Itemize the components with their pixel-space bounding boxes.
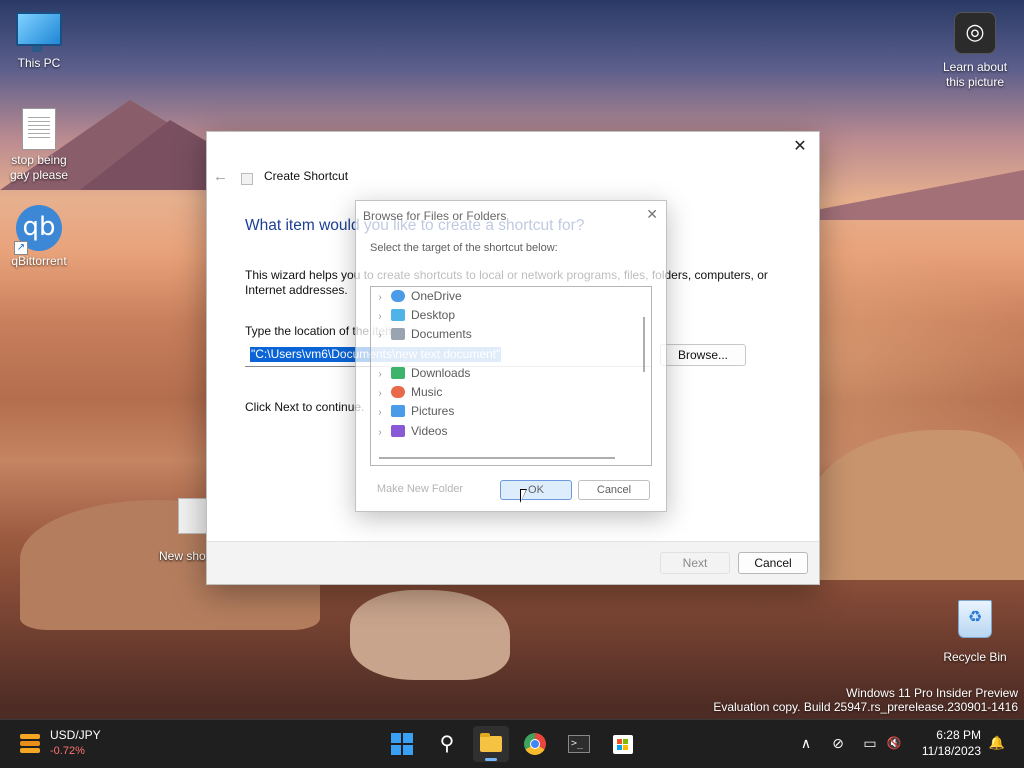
file-explorer-icon[interactable]	[473, 726, 509, 762]
tree-item-label: Videos	[411, 424, 448, 438]
cloud-icon	[391, 290, 405, 302]
window-title: Create Shortcut	[264, 169, 349, 183]
videos-icon	[391, 425, 405, 437]
new-shortcut-icon[interactable]	[178, 498, 208, 534]
watermark-line: Windows 11 Pro Insider Preview	[846, 686, 1018, 700]
folder-tree[interactable]: › OneDrive › Desktop › Documents › Downloads…	[370, 286, 652, 466]
desktop-icon-text-file[interactable]: stop being gay please	[1, 108, 77, 183]
chevron-up-icon[interactable]: ∧	[794, 730, 818, 756]
desktop-icon-label: Learn about this picture	[942, 60, 1008, 89]
desktop-icon-recycle-bin[interactable]: ♻ Recycle Bin	[936, 600, 1014, 665]
dialog-title: Browse for Files or Folders	[363, 209, 507, 223]
continue-text: Click Next to continue.	[245, 400, 365, 414]
vertical-scrollbar[interactable]	[643, 317, 645, 372]
cancel-button[interactable]: Cancel	[578, 480, 650, 500]
desktop-folder-icon	[391, 309, 405, 321]
monitor-icon	[16, 12, 62, 52]
make-new-folder-button[interactable]: Make New Folder	[370, 480, 470, 500]
chrome-icon[interactable]	[517, 726, 553, 762]
evaluation-watermark: Windows 11 Pro Insider Preview Evaluatio…	[713, 686, 1018, 714]
music-icon	[391, 386, 405, 398]
mouse-cursor-icon	[520, 489, 527, 503]
wallpaper-rock	[350, 590, 510, 680]
start-button[interactable]	[384, 726, 420, 762]
browse-button[interactable]: Browse...	[660, 344, 746, 366]
wallpaper-rock	[804, 430, 1024, 580]
chevron-right-icon[interactable]: ›	[373, 288, 387, 307]
tree-item-label: Documents	[411, 327, 472, 341]
shortcut-arrow-icon: ↗	[14, 241, 28, 255]
chevron-right-icon[interactable]: ›	[373, 403, 387, 422]
tree-item-onedrive[interactable]: › OneDrive	[371, 287, 462, 307]
tree-item-label: Downloads	[411, 366, 471, 380]
tree-item-pictures[interactable]: › Pictures	[371, 402, 454, 421]
desktop-icon-label: Recycle Bin	[943, 650, 1007, 664]
taskbar-clock[interactable]: 6:28 PM 11/18/2023	[922, 727, 981, 759]
network-icon[interactable]: ⊘	[826, 730, 850, 756]
back-arrow-icon[interactable]: ←	[213, 168, 228, 185]
documents-folder-icon	[391, 328, 405, 340]
display-icon[interactable]: ▭	[858, 730, 882, 756]
chevron-right-icon[interactable]: ›	[373, 326, 387, 345]
close-icon[interactable]: ✕	[646, 206, 658, 223]
text-document-icon	[22, 108, 56, 150]
camera-info-icon: ◎	[954, 12, 996, 54]
terminal-icon[interactable]: >_	[561, 726, 597, 762]
qbittorrent-icon: qb ↗	[14, 205, 62, 255]
close-icon[interactable]: ✕	[787, 136, 813, 158]
desktop-icon-label: qBittorrent	[11, 254, 67, 268]
widget-change: -0.72%	[50, 745, 85, 757]
download-icon	[391, 367, 405, 379]
search-icon[interactable]: ⚲	[429, 726, 465, 762]
desktop-icon-label: New sho	[159, 549, 206, 563]
next-button[interactable]: Next	[660, 552, 730, 574]
chevron-right-icon[interactable]: ›	[373, 423, 387, 442]
tree-item-label: Pictures	[411, 404, 455, 418]
tree-item-downloads[interactable]: › Downloads	[371, 364, 470, 383]
dialog-instruction: Select the target of the shortcut below:	[370, 242, 558, 254]
currency-widget-icon[interactable]	[18, 730, 44, 756]
pictures-icon	[391, 405, 405, 417]
tree-item-videos[interactable]: › Videos	[371, 422, 447, 441]
shortcut-icon	[241, 173, 253, 185]
cancel-button[interactable]: Cancel	[738, 552, 808, 574]
watermark-line: Evaluation copy. Build 25947.rs_prerelea…	[713, 700, 1018, 714]
browse-dialog: Browse for Files or Folders ✕ Select the…	[355, 200, 667, 512]
notification-bell-icon[interactable]: 🔔	[985, 730, 1009, 756]
desktop-icon-learn-about-picture[interactable]: ◎ Learn about this picture	[936, 12, 1014, 90]
horizontal-scrollbar[interactable]	[379, 457, 615, 459]
ok-button[interactable]: OK	[500, 480, 572, 500]
desktop-icon-this-pc[interactable]: This PC	[1, 12, 77, 71]
store-icon[interactable]	[605, 726, 641, 762]
desktop-icon-label: stop being gay please	[9, 153, 69, 182]
desktop-icon-label: This PC	[17, 56, 61, 70]
chevron-right-icon[interactable]: ›	[373, 307, 387, 326]
tree-item-label: Desktop	[411, 308, 456, 322]
tree-item-music[interactable]: › Music	[371, 383, 442, 402]
tree-item-documents[interactable]: › Documents	[371, 325, 472, 345]
chevron-right-icon[interactable]: ›	[373, 384, 387, 403]
clock-date: 11/18/2023	[921, 744, 981, 758]
tree-item-desktop[interactable]: › Desktop	[371, 306, 455, 325]
desktop-icon-qbittorrent[interactable]: qb ↗ qBittorrent	[1, 205, 77, 269]
taskbar: USD/JPY -0.72% ⚲ >_ ∧ ⊘ ▭ 🔇 6:28 PM 11/1…	[0, 719, 1024, 768]
recycle-bin-icon: ♻	[958, 600, 992, 638]
chevron-right-icon[interactable]: ›	[373, 365, 387, 384]
widget-title[interactable]: USD/JPY	[50, 728, 101, 742]
tree-item-label: OneDrive	[411, 289, 462, 303]
wizard-footer: Next Cancel	[207, 541, 819, 584]
tree-item-label: Music	[411, 385, 443, 399]
volume-muted-icon[interactable]: 🔇	[882, 730, 906, 756]
clock-time: 6:28 PM	[936, 728, 981, 742]
